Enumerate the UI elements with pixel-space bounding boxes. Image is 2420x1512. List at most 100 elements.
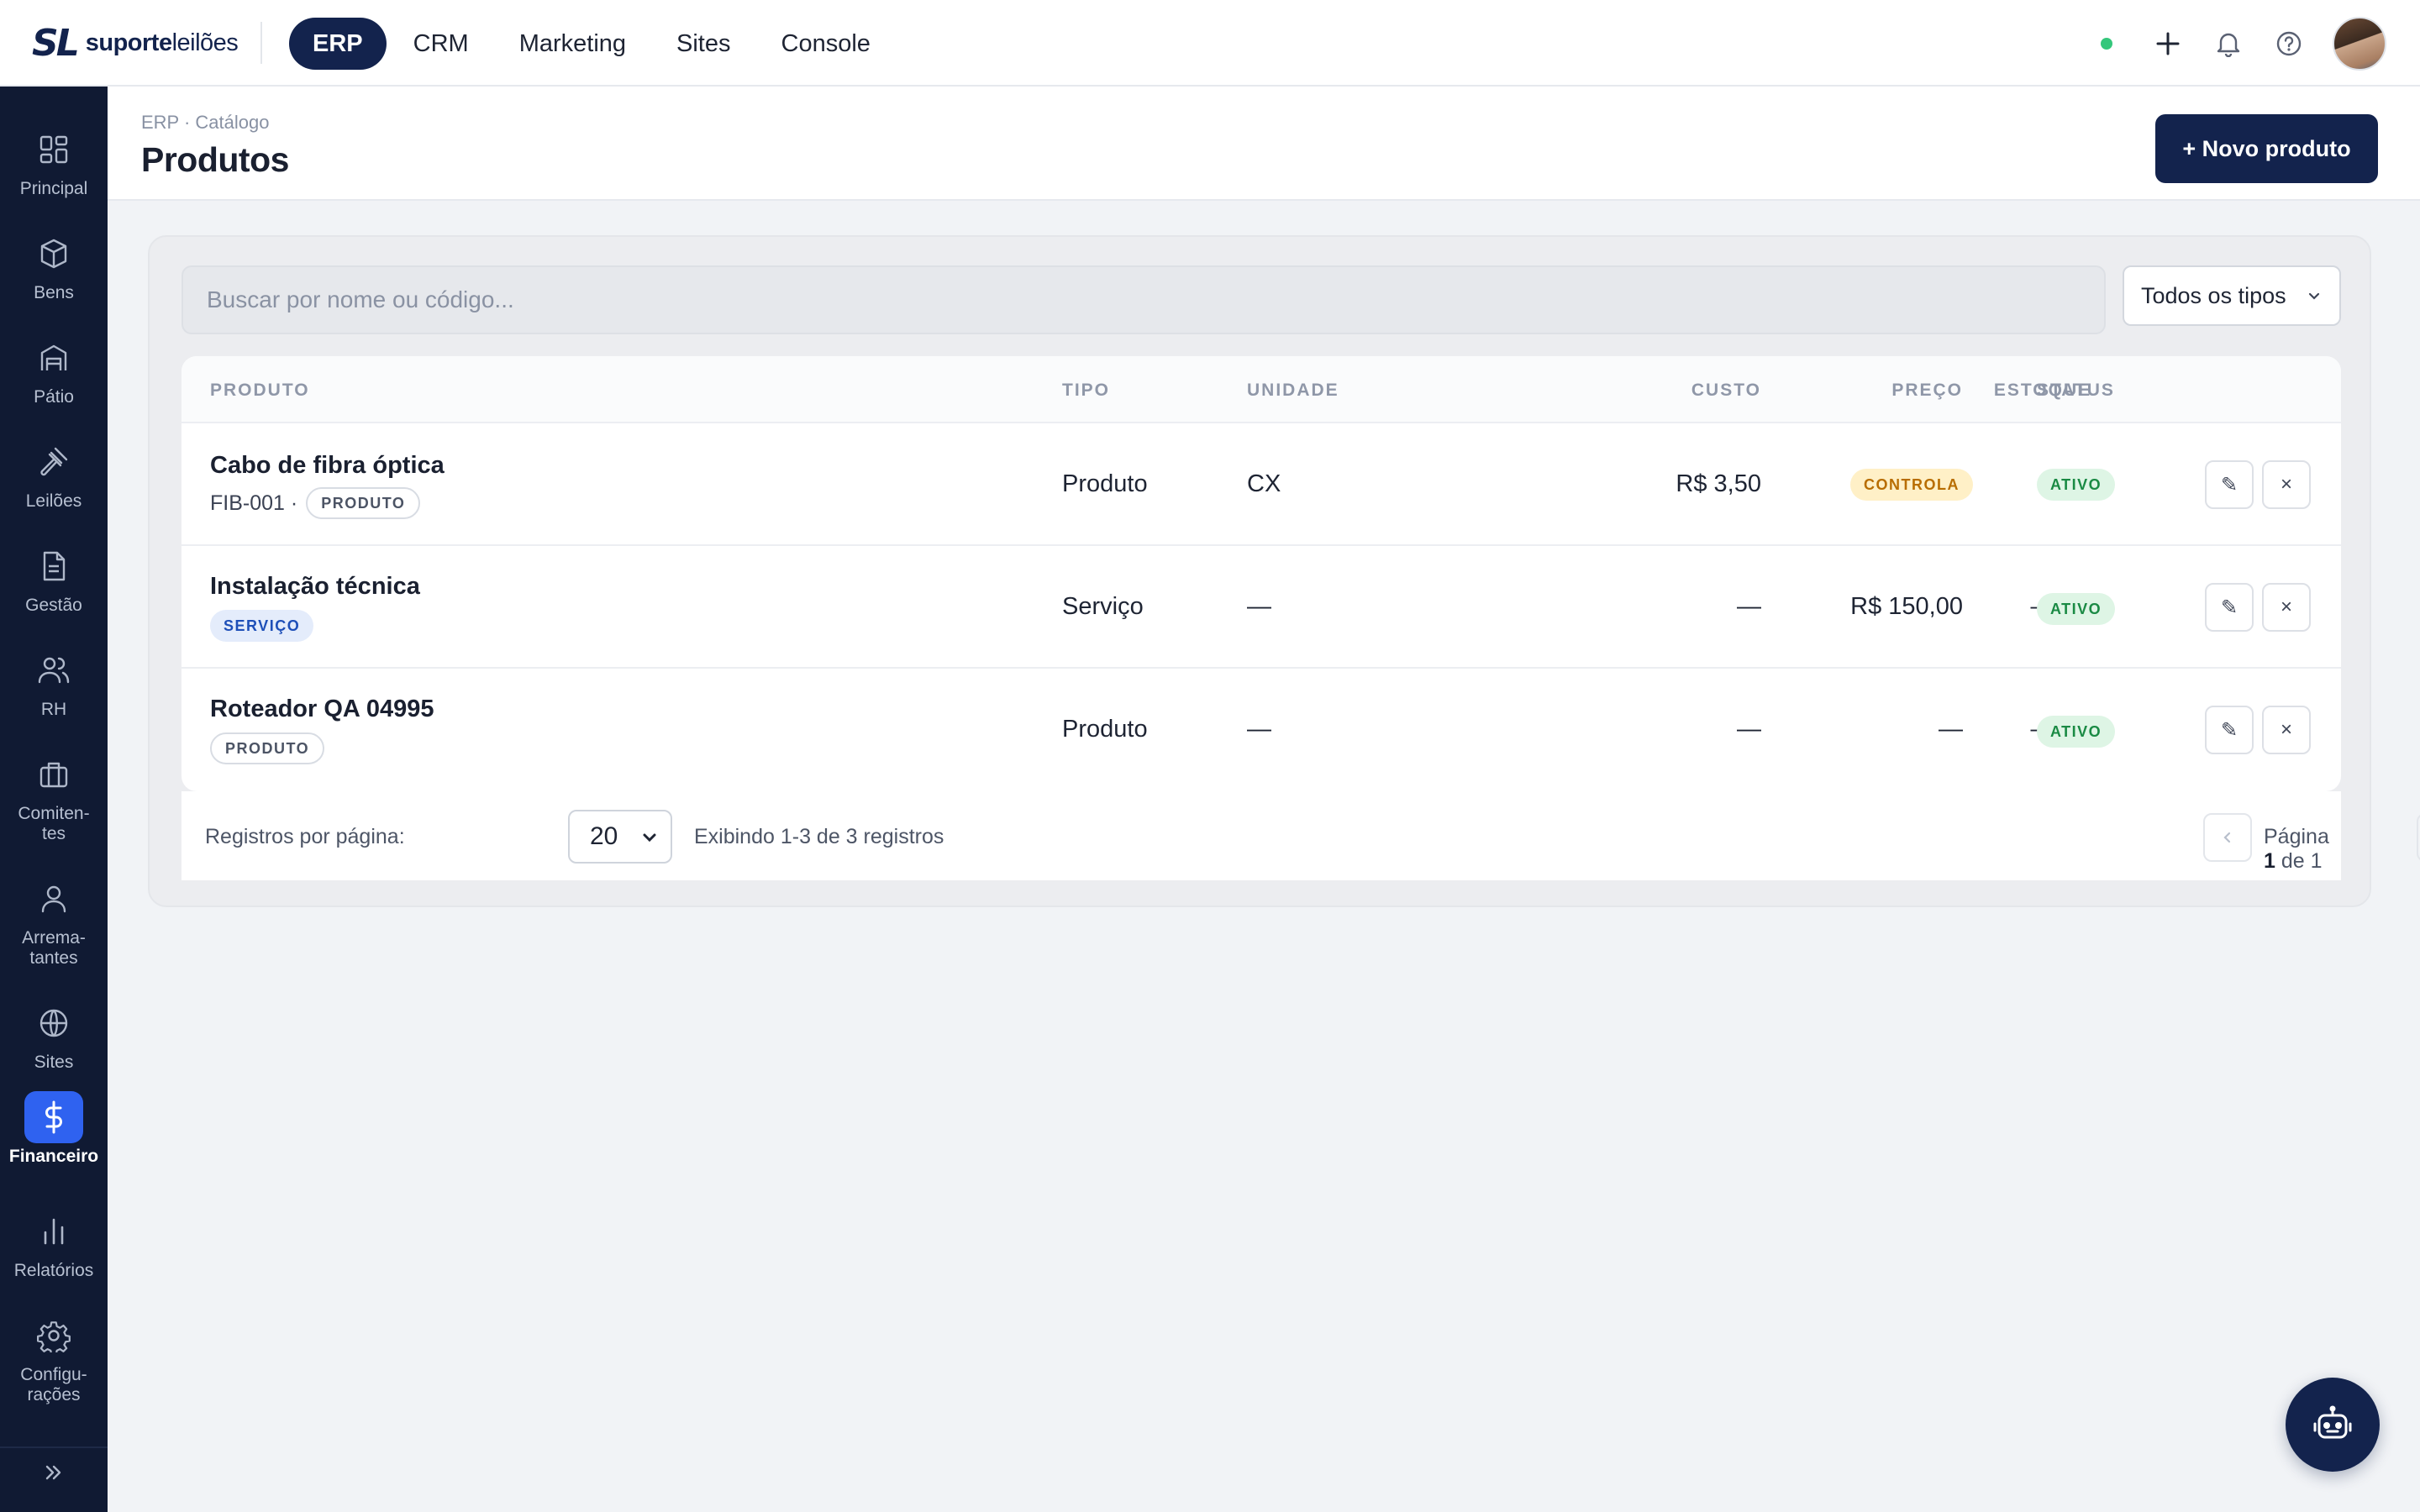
sidebar-label: Configu-rações (20, 1365, 87, 1404)
pagination-bar: Registros por página: 20 Exibindo 1-3 de… (182, 791, 2420, 880)
status-badge: ATIVO (2037, 469, 2116, 501)
stock-badge: CONTROLA (1850, 469, 1973, 501)
top-actions (2101, 17, 2386, 71)
close-icon: × (2280, 596, 2292, 618)
close-icon: × (2280, 718, 2292, 741)
product-code: FIB-001 · (210, 491, 298, 515)
sidebar-item-gestao[interactable]: Gestão (0, 540, 108, 616)
per-page-label: Registros por página: (205, 825, 405, 848)
brand-logo[interactable]: SL suporte leilões (32, 21, 239, 65)
prev-page-button[interactable] (2203, 813, 2252, 862)
chevron-down-icon (643, 833, 656, 843)
table-row[interactable]: Instalação técnica SERVIÇO Serviço — — R… (182, 546, 2341, 669)
status-badge: ATIVO (2037, 593, 2116, 625)
sidebar-label: RH (40, 700, 67, 719)
col-preco[interactable]: PREÇO (1711, 381, 1963, 401)
cell-tipo: Produto (1062, 470, 1148, 497)
sidebar-label: Pátio (34, 387, 74, 407)
cell-tipo: Serviço (1062, 593, 1144, 620)
table-row[interactable]: Roteador QA 04995 PRODUTO Produto — — — … (182, 669, 2341, 791)
topnav-sites[interactable]: Sites (653, 18, 754, 70)
brand-divider (260, 22, 262, 64)
breadcrumb[interactable]: ERP · Catálogo (141, 112, 269, 134)
user-avatar[interactable] (2333, 17, 2386, 71)
sidebar-label: Principal (19, 179, 88, 198)
total-pages: 1 (2310, 849, 2323, 873)
bell-icon[interactable] (2212, 27, 2245, 60)
topnav-console[interactable]: Console (758, 18, 894, 70)
box-icon (24, 228, 83, 280)
gavel-icon (24, 436, 83, 488)
table-row[interactable]: Cabo de fibra óptica FIB-001 · PRODUTO P… (182, 423, 2341, 546)
sidebar-label: Financeiro (8, 1147, 99, 1166)
type-tag: PRODUTO (306, 487, 421, 519)
dollar-icon (24, 1091, 83, 1143)
page-header: ERP · Catálogo Produtos + Novo produto (108, 87, 2420, 201)
col-unidade[interactable]: UNIDADE (1247, 381, 1339, 401)
help-icon[interactable] (2272, 27, 2306, 60)
of-word: de (2281, 849, 2305, 873)
assistant-chat-button[interactable] (2286, 1378, 2380, 1472)
logo-word-light: leilões (171, 29, 239, 56)
sidebar-item-configuracoes[interactable]: Configu-rações (0, 1310, 108, 1405)
plus-icon[interactable] (2151, 27, 2185, 60)
logo-mark: SL (32, 21, 80, 65)
delete-button[interactable]: × (2262, 706, 2311, 754)
delete-button[interactable]: × (2262, 460, 2311, 509)
product-meta: PRODUTO (210, 732, 325, 764)
product-name: Roteador QA 04995 (210, 696, 434, 722)
chevron-down-icon (2308, 292, 2320, 300)
sidebar-item-leiloes[interactable]: Leilões (0, 436, 108, 512)
sidebar-item-principal[interactable]: Principal (0, 123, 108, 199)
status-badge: ATIVO (2037, 716, 2116, 748)
sidebar-label: Comiten-tes (18, 804, 90, 843)
col-tipo[interactable]: TIPO (1062, 381, 1110, 401)
edit-button[interactable]: ✎ (2205, 460, 2254, 509)
delete-button[interactable]: × (2262, 583, 2311, 632)
document-icon (24, 540, 83, 592)
col-produto[interactable]: PRODUTO (210, 381, 310, 401)
type-filter-select[interactable]: Todos os tipos (2123, 265, 2341, 326)
edit-button[interactable]: ✎ (2205, 583, 2254, 632)
robot-icon (2313, 1405, 2352, 1439)
search-input[interactable]: Buscar por nome ou código... (182, 265, 2106, 334)
pencil-icon: ✎ (2220, 473, 2238, 496)
sidebar: Principal Bens Pátio Leilões Gestão RH C… (0, 87, 108, 1512)
top-bar: SL suporte leilões ERP CRM Marketing Sit… (0, 0, 2420, 87)
sidebar-item-sites[interactable]: Sites (0, 997, 108, 1073)
edit-button[interactable]: ✎ (2205, 706, 2254, 754)
grid-icon (24, 123, 83, 176)
sidebar-item-financeiro[interactable]: Financeiro (0, 1091, 108, 1167)
products-table: PRODUTO TIPO UNIDADE CUSTO PREÇO ESTOQUE… (182, 356, 2341, 791)
current-page: 1 (2264, 849, 2275, 873)
per-page-value: 20 (590, 822, 618, 850)
cell-unidade: — (1247, 716, 1271, 743)
sidebar-item-comitentes[interactable]: Comiten-tes (0, 748, 108, 844)
records-info: Exibindo 1-3 de 3 registros (694, 825, 944, 848)
topnav-marketing[interactable]: Marketing (496, 18, 650, 70)
sidebar-item-patio[interactable]: Pátio (0, 332, 108, 407)
sidebar-item-bens[interactable]: Bens (0, 228, 108, 303)
user-icon (24, 873, 83, 925)
cell-unidade: CX (1247, 470, 1281, 497)
per-page-select[interactable]: 20 (568, 810, 672, 864)
new-product-button[interactable]: + Novo produto (2155, 114, 2378, 183)
sidebar-label: Gestão (25, 596, 82, 615)
page-title: Produtos (141, 140, 289, 179)
sidebar-item-rh[interactable]: RH (0, 644, 108, 720)
next-page-button[interactable] (2417, 813, 2420, 862)
pencil-icon: ✎ (2220, 718, 2238, 742)
online-status-dot (2101, 38, 2112, 50)
people-icon (24, 644, 83, 696)
topnav-erp[interactable]: ERP (289, 18, 387, 70)
logo-word-bold: suporte (85, 29, 172, 56)
sidebar-item-relatorios[interactable]: Relatórios (0, 1205, 108, 1281)
sidebar-item-arrematantes[interactable]: Arrema-tantes (0, 873, 108, 969)
topnav-crm[interactable]: CRM (390, 18, 492, 70)
cell-unidade: — (1247, 593, 1271, 620)
sidebar-collapse-button[interactable] (0, 1446, 108, 1497)
products-card: Buscar por nome ou código... Todos os ti… (148, 235, 2420, 907)
sidebar-label: Bens (34, 283, 74, 302)
product-meta: FIB-001 · PRODUTO (210, 487, 421, 519)
col-status[interactable]: STATUS (2037, 381, 2115, 401)
